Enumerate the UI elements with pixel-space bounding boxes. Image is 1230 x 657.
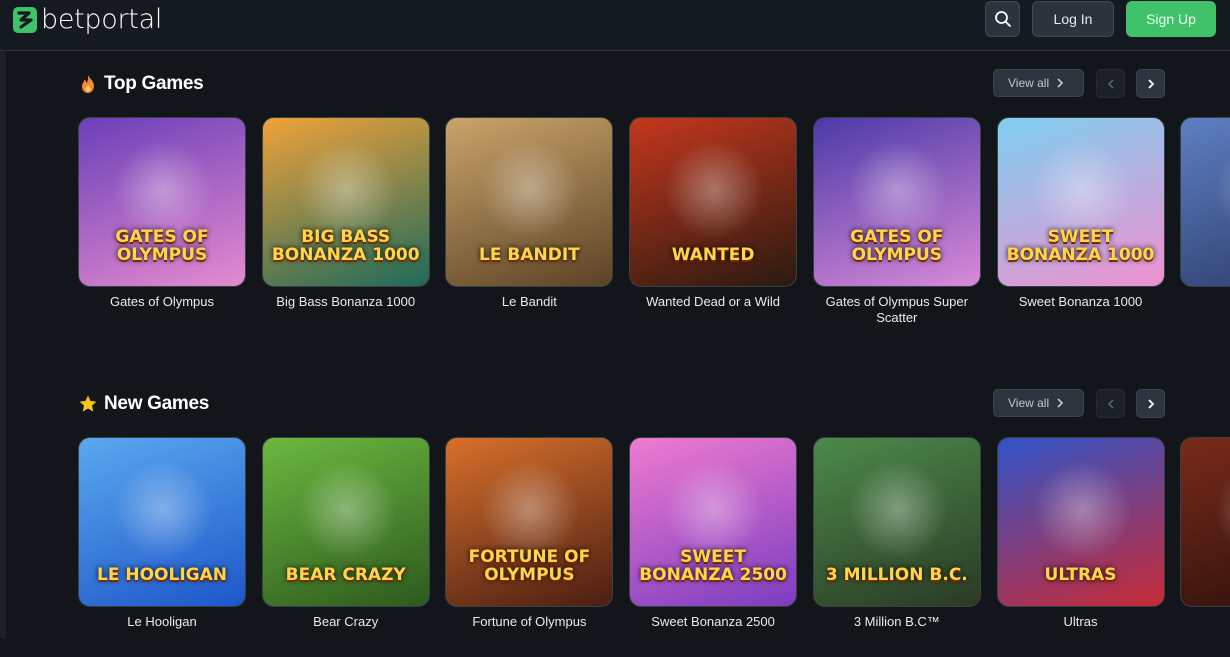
section-title: New Games [104, 393, 210, 414]
game-card[interactable]: SWEET BONANZA 1000 Sweet Bonanza 1000 [996, 117, 1165, 310]
brand-name: betportal [41, 4, 163, 35]
thumbnail-artwork [1215, 460, 1230, 560]
new-games-prev-button[interactable] [1096, 389, 1125, 418]
signup-button[interactable]: Sign Up [1126, 1, 1216, 37]
thumbnail-artwork [664, 140, 765, 240]
game-thumbnail[interactable]: FORTUNE OF OLYMPUS [445, 437, 614, 607]
game-title: Le Hooligan [127, 614, 197, 629]
game-card[interactable]: SWEET BONANZA 2500 Sweet Bonanza 2500 [629, 437, 798, 630]
thumbnail-artwork [296, 460, 397, 560]
top-games-next-button[interactable] [1136, 69, 1165, 98]
chevron-left-icon [1107, 398, 1114, 409]
thumbnail-title-art: 3 MILLION B.C. [825, 565, 968, 585]
thumbnail-artwork [1031, 140, 1132, 240]
search-button[interactable] [985, 1, 1020, 37]
chevron-right-icon [1147, 398, 1154, 409]
top-games-view-all[interactable]: View all [993, 69, 1084, 97]
game-card[interactable]: LE BANDIT Le Bandit [445, 117, 614, 310]
search-icon [994, 11, 1011, 27]
game-title: Wanted Dead or a Wild [646, 294, 781, 309]
view-all-label: View all [1008, 76, 1050, 90]
chevron-left-icon [1107, 78, 1114, 89]
game-thumbnail[interactable]: BEAR CRAZY [261, 437, 430, 607]
game-title: Gates of Olympus Super Scatter [825, 294, 968, 325]
game-title: Fortune of Olympus [472, 614, 587, 629]
game-card[interactable]: ULTRAS Ultras [996, 437, 1165, 630]
login-button[interactable]: Log In [1032, 1, 1114, 37]
chevron-right-icon [1057, 78, 1064, 88]
game-title: Bear Crazy [313, 614, 379, 629]
game-thumbnail[interactable]: LE HOOLIGAN [78, 437, 246, 607]
thumbnail-title-art: GATES OF OLYMPUS [115, 227, 209, 265]
thumbnail-title-art: WANTED [671, 245, 755, 265]
game-thumbnail[interactable]: 3 MILLION B.C. [812, 437, 981, 607]
fire-icon [82, 75, 94, 93]
game-card[interactable]: Ca [1180, 437, 1230, 630]
thumbnail-title-art: ULTRAS [1044, 565, 1117, 585]
chevron-right-icon [1147, 78, 1154, 89]
thumbnail-artwork [480, 140, 581, 240]
thumbnail-artwork [113, 140, 213, 240]
game-title: Ca [1180, 614, 1230, 630]
game-thumbnail[interactable]: GATES OF OLYMPUS [78, 117, 246, 287]
game-title: Le Bandit [501, 294, 557, 309]
game-thumbnail[interactable]: ULTRAS [996, 437, 1165, 607]
game-card[interactable]: BEAR CRAZY Bear Crazy [261, 437, 430, 630]
thumbnail-title-art: GATES OF OLYMPUS [850, 227, 944, 265]
game-title: Gates of Olympus [109, 294, 215, 309]
thumbnail-artwork [664, 460, 765, 560]
game-thumbnail[interactable]: GATES OF OLYMPUS [812, 117, 981, 287]
betportal-logo[interactable]: betportal [12, 4, 162, 35]
game-title: Big Bass Bonanza 1000 [276, 294, 416, 309]
game-title: Ultras [1063, 614, 1098, 629]
thumbnail-title-art: SWEET BONANZA 2500 [639, 547, 787, 585]
star-icon [79, 395, 97, 412]
game-title: Gates o [1180, 294, 1230, 310]
thumbnail-title-art: FORTUNE OF OLYMPUS [468, 547, 591, 585]
game-card[interactable]: BIG BASS BONANZA 1000 Big Bass Bonanza 10… [261, 117, 430, 310]
thumbnail-artwork [113, 460, 213, 560]
game-thumbnail[interactable]: SWEET BONANZA 2500 [629, 437, 798, 607]
thumbnail-title-art: BIG BASS BONANZA 1000 [271, 227, 420, 265]
top-header: betportal Log In Sign Up [0, 0, 1230, 51]
game-thumbnail[interactable]: WANTED [629, 117, 798, 287]
thumbnail-artwork [296, 140, 397, 240]
thumbnail-title-art: LE BANDIT [479, 245, 580, 265]
logo-mark-icon [13, 6, 37, 33]
new-games-view-all[interactable]: View all [993, 389, 1084, 417]
game-card[interactable]: WANTED Wanted Dead or a Wild [629, 117, 798, 310]
section-title: Top Games [104, 73, 204, 94]
view-all-label: View all [1008, 396, 1050, 410]
game-title: 3 Million B.C™ [853, 614, 940, 629]
new-games-heading: New Games [78, 393, 209, 415]
top-games-carousel: GATES OF OLYMPUS Gates of Olympus BIG BASS… [78, 117, 1230, 337]
game-card[interactable]: 3 MILLION B.C. 3 Million B.C™ [812, 437, 981, 630]
game-card[interactable]: GATES OF OLYMPUS Gates of Olympus Super S… [812, 117, 981, 326]
thumbnail-title-art: LE HOOLIGAN [97, 565, 227, 585]
thumbnail-artwork [847, 140, 948, 240]
thumbnail-artwork [847, 460, 948, 560]
thumbnail-artwork [1031, 460, 1132, 560]
game-title: Sweet Bonanza 2500 [651, 614, 775, 629]
chevron-right-icon [1057, 398, 1064, 408]
game-card[interactable]: Gates o [1180, 117, 1230, 310]
new-games-next-button[interactable] [1136, 389, 1165, 418]
game-card[interactable]: GATES OF OLYMPUS Gates of Olympus [78, 117, 246, 310]
top-games-heading: Top Games [78, 73, 204, 95]
thumbnail-artwork [1215, 140, 1230, 240]
new-games-carousel: LE HOOLIGAN Le Hooligan BEAR CRAZY Bear Cra… [78, 437, 1230, 657]
game-card[interactable]: FORTUNE OF OLYMPUS Fortune of Olympus [445, 437, 614, 630]
game-thumbnail[interactable] [1180, 437, 1230, 607]
game-thumbnail[interactable] [1180, 117, 1230, 287]
game-thumbnail[interactable]: SWEET BONANZA 1000 [996, 117, 1165, 287]
game-card[interactable]: LE HOOLIGAN Le Hooligan [78, 437, 246, 630]
game-thumbnail[interactable]: LE BANDIT [445, 117, 614, 287]
thumbnail-title-art: SWEET BONANZA 1000 [1006, 227, 1155, 265]
game-title: Sweet Bonanza 1000 [1018, 294, 1143, 309]
thumbnail-artwork [480, 460, 581, 560]
game-thumbnail[interactable]: BIG BASS BONANZA 1000 [261, 117, 430, 287]
thumbnail-title-art: BEAR CRAZY [285, 565, 406, 585]
top-games-prev-button[interactable] [1096, 69, 1125, 98]
left-sidebar-edge [0, 51, 6, 638]
